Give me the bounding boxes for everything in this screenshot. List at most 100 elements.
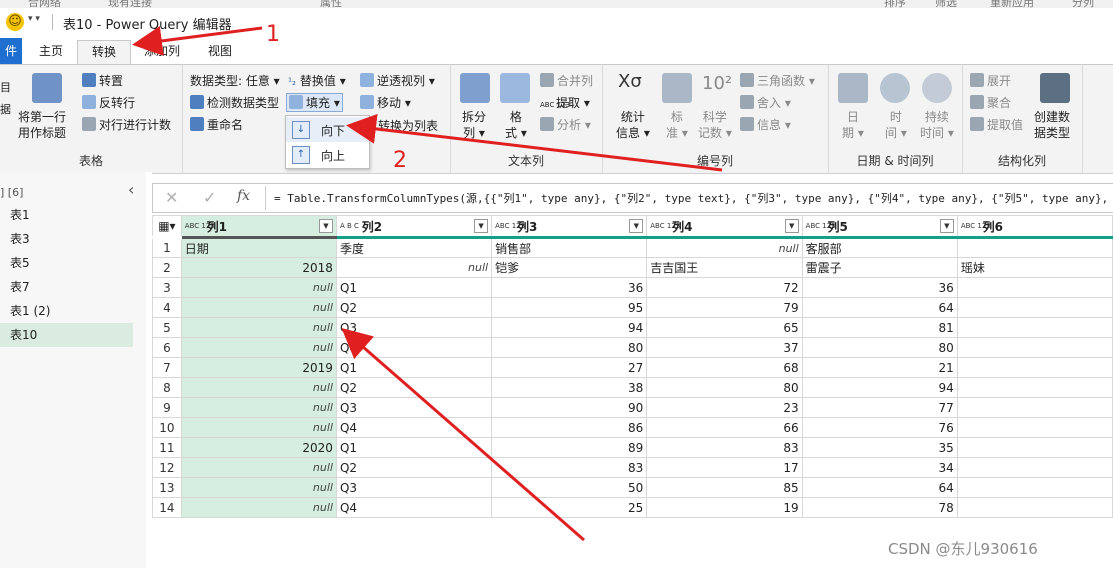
table-cell[interactable]: 35 <box>801 437 958 458</box>
query-item-selected[interactable]: 表10 <box>0 323 133 347</box>
table-cell[interactable]: 83 <box>646 437 803 458</box>
tab-transform[interactable]: 转换 <box>77 40 131 66</box>
table-cell[interactable]: 25 <box>491 497 648 518</box>
table-cell[interactable]: 21 <box>801 357 958 378</box>
fill-up-menu-item[interactable]: ↑ 向上 <box>286 142 369 167</box>
tab-view[interactable]: 视图 <box>202 40 238 64</box>
filter-dropdown-icon[interactable]: ▼ <box>318 219 333 233</box>
type-icon[interactable]: A B C <box>340 222 359 230</box>
filter-dropdown-icon[interactable]: ▼ <box>939 219 954 233</box>
table-cell[interactable]: 销售部 <box>491 237 648 258</box>
column-header[interactable]: ABC 123 列5 ▼ <box>801 215 958 239</box>
move-button[interactable]: 移动 ▾ <box>360 94 411 111</box>
table-cell[interactable]: 50 <box>491 477 648 498</box>
table-cell[interactable]: null <box>180 317 337 338</box>
aggregate-button[interactable]: 聚合 <box>970 94 1011 111</box>
table-cell[interactable]: null <box>180 297 337 318</box>
rename-button[interactable]: 重命名 <box>190 116 243 133</box>
table-cell[interactable]: 季度 <box>335 237 493 258</box>
information-button[interactable]: 信息 ▾ <box>740 116 791 133</box>
data-type-dropdown[interactable]: 数据类型: 任意 ▾ <box>190 72 280 89</box>
table-cell[interactable]: 23 <box>646 397 803 418</box>
replace-values-button[interactable]: ¹₂ 替换值 ▾ <box>288 72 346 89</box>
smiley-icon[interactable]: ☺ <box>6 13 24 31</box>
partial-button[interactable]: 目 据 <box>0 77 11 121</box>
table-cell[interactable] <box>956 417 1113 438</box>
column-header[interactable]: ABC 123 列4 ▼ <box>646 215 803 239</box>
commit-icon[interactable]: ✓ <box>203 188 216 207</box>
quick-access-dropdown-icon[interactable]: ▾ ▾ <box>28 14 40 24</box>
table-cell[interactable]: null <box>180 477 337 498</box>
table-cell[interactable]: 77 <box>801 397 958 418</box>
extract-values-button[interactable]: 提取值 <box>970 116 1023 133</box>
table-cell[interactable]: 36 <box>491 277 648 298</box>
table-cell[interactable]: Q4 <box>335 497 493 518</box>
table-cell[interactable]: 瑶妹 <box>956 257 1113 278</box>
table-cell[interactable]: 吉吉国王 <box>646 257 803 278</box>
table-cell[interactable]: Q4 <box>335 417 493 438</box>
tab-add-column[interactable]: 添加列 <box>138 40 186 64</box>
table-cell[interactable]: 38 <box>491 377 648 398</box>
table-cell[interactable]: Q1 <box>335 357 493 378</box>
table-cell[interactable]: Q1 <box>335 277 493 298</box>
table-cell[interactable] <box>956 237 1113 258</box>
table-cell[interactable]: Q2 <box>335 377 493 398</box>
table-cell[interactable]: 2018 <box>180 257 337 278</box>
table-cell[interactable]: null <box>180 417 337 438</box>
table-cell[interactable]: 雷震子 <box>801 257 958 278</box>
table-cell[interactable] <box>956 317 1113 338</box>
query-item[interactable]: 表5 <box>0 251 133 275</box>
table-cell[interactable]: 81 <box>801 317 958 338</box>
query-item[interactable]: 表1 (2) <box>0 299 133 323</box>
count-rows-button[interactable]: 对行进行计数 <box>82 116 171 133</box>
table-cell[interactable]: 78 <box>801 497 958 518</box>
table-cell[interactable]: 79 <box>646 297 803 318</box>
column-header[interactable]: A B C 列2 ▼ <box>335 215 493 239</box>
type-icon[interactable]: ABC 123 <box>961 222 991 230</box>
type-icon[interactable]: ABC 123 <box>650 222 680 230</box>
table-cell[interactable] <box>956 277 1113 298</box>
table-cell[interactable]: 80 <box>801 337 958 358</box>
table-menu-icon[interactable]: ▦▾ <box>152 215 182 239</box>
scientific-button[interactable]: 科学 记数 ▾ <box>698 109 732 141</box>
table-cell[interactable]: 76 <box>801 417 958 438</box>
table-cell[interactable]: 17 <box>646 457 803 478</box>
table-cell[interactable] <box>956 437 1113 458</box>
statistics-button[interactable]: 统计 信息 ▾ <box>616 109 650 141</box>
extract-button[interactable]: ABC 123提取 ▾ <box>540 94 590 111</box>
reverse-rows-button[interactable]: 反转行 <box>82 94 135 111</box>
fill-down-menu-item[interactable]: ↓ 向下 <box>286 117 369 142</box>
type-icon[interactable]: ABC 123 <box>185 222 215 230</box>
table-cell[interactable]: 64 <box>801 297 958 318</box>
filter-dropdown-icon[interactable]: ▼ <box>629 219 644 233</box>
query-item[interactable]: 表1 <box>0 203 133 227</box>
standard-button[interactable]: 标 准 ▾ <box>666 109 688 141</box>
time-button[interactable]: 时 间 ▾ <box>885 109 907 141</box>
query-item[interactable]: 表7 <box>0 275 133 299</box>
table-cell[interactable]: Q1 <box>335 437 493 458</box>
fx-icon[interactable]: fx <box>237 188 250 204</box>
table-cell[interactable]: null <box>180 277 337 298</box>
table-cell[interactable] <box>956 377 1113 398</box>
column-header[interactable]: ABC 123 列1 ▼ <box>180 215 337 239</box>
table-cell[interactable]: 68 <box>646 357 803 378</box>
column-header[interactable]: ABC 123 列3 ▼ <box>491 215 648 239</box>
parse-button[interactable]: 分析 ▾ <box>540 116 591 133</box>
table-cell[interactable]: 83 <box>491 457 648 478</box>
table-cell[interactable] <box>956 297 1113 318</box>
formula-input[interactable]: = Table.TransformColumnTypes(源,{{"列1", t… <box>274 190 1108 206</box>
transpose-button[interactable]: 转置 <box>82 72 123 89</box>
detect-data-type-button[interactable]: 检测数据类型 <box>190 94 279 111</box>
table-cell[interactable]: null <box>335 257 493 278</box>
table-cell[interactable]: 86 <box>491 417 648 438</box>
table-cell[interactable] <box>956 497 1113 518</box>
table-cell[interactable]: 19 <box>646 497 803 518</box>
filter-dropdown-icon[interactable]: ▼ <box>474 219 489 233</box>
table-cell[interactable]: 65 <box>646 317 803 338</box>
table-cell[interactable]: 90 <box>491 397 648 418</box>
table-cell[interactable]: Q2 <box>335 297 493 318</box>
table-cell[interactable]: 89 <box>491 437 648 458</box>
type-icon[interactable]: ABC 123 <box>495 222 525 230</box>
table-cell[interactable]: 66 <box>646 417 803 438</box>
table-cell[interactable]: 64 <box>801 477 958 498</box>
